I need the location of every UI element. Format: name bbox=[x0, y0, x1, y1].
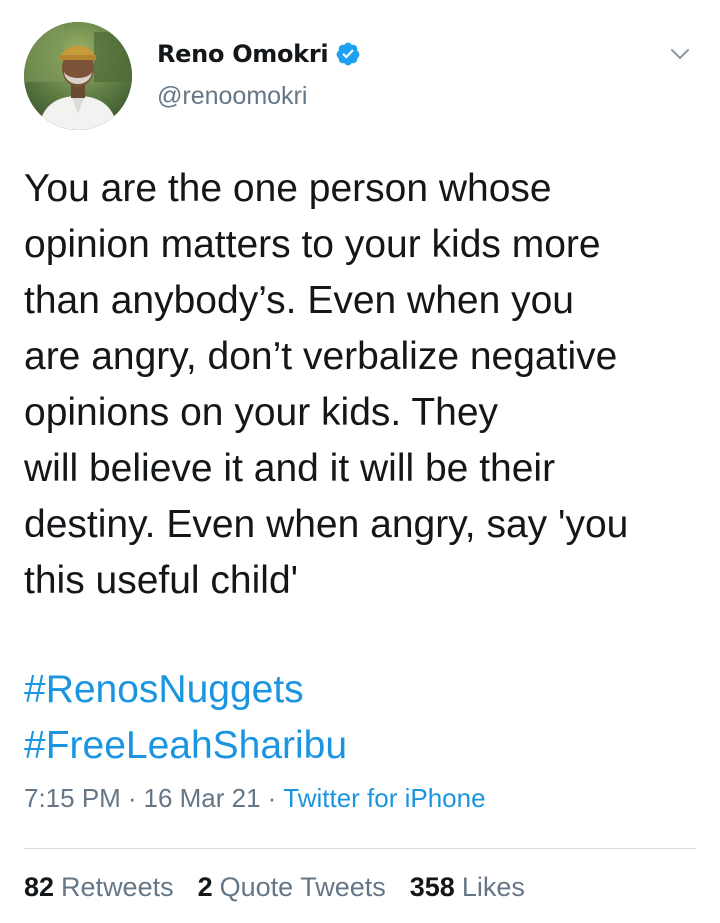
hashtag-freeleahsharibu[interactable]: #FreeLeahSharibu bbox=[24, 718, 347, 774]
tweet-meta: 7:15 PM · 16 Mar 21 · Twitter for iPhone bbox=[24, 783, 486, 814]
verified-badge-icon bbox=[335, 41, 361, 67]
quote-tweets-label: Quote Tweets bbox=[219, 872, 386, 902]
name-row: Reno Omokri bbox=[157, 36, 361, 72]
chevron-down-icon[interactable] bbox=[668, 42, 692, 66]
tweet-text: You are the one person whose opinion mat… bbox=[24, 167, 629, 602]
retweets-stat[interactable]: 82 Retweets bbox=[24, 872, 174, 903]
author-info: Reno Omokri @renoomokri bbox=[157, 36, 361, 111]
tweet-time[interactable]: 7:15 PM bbox=[24, 783, 121, 814]
avatar[interactable] bbox=[24, 22, 132, 130]
tweet-source[interactable]: Twitter for iPhone bbox=[283, 783, 485, 814]
quote-tweets-stat[interactable]: 2 Quote Tweets bbox=[198, 872, 386, 903]
quote-tweets-count: 2 bbox=[197, 872, 213, 902]
author-handle[interactable]: @renoomokri bbox=[157, 82, 361, 111]
tweet-date[interactable]: 16 Mar 21 bbox=[144, 783, 261, 814]
meta-separator: · bbox=[127, 783, 137, 813]
likes-count: 358 bbox=[409, 872, 455, 902]
likes-stat[interactable]: 358 Likes bbox=[410, 872, 525, 903]
hashtag-renosnuggets[interactable]: #RenosNuggets bbox=[24, 662, 347, 718]
meta-separator: · bbox=[267, 783, 277, 813]
hashtags: #RenosNuggets #FreeLeahSharibu bbox=[24, 662, 347, 774]
retweets-label: Retweets bbox=[61, 872, 174, 902]
divider bbox=[24, 848, 696, 849]
tweet-stats: 82 Retweets 2 Quote Tweets 358 Likes bbox=[24, 872, 549, 903]
tweet-card: Reno Omokri @renoomokri You are the one … bbox=[0, 0, 720, 923]
display-name[interactable]: Reno Omokri bbox=[157, 40, 329, 68]
likes-label: Likes bbox=[461, 872, 525, 902]
retweets-count: 82 bbox=[24, 872, 55, 902]
tweet-header: Reno Omokri @renoomokri bbox=[24, 20, 700, 132]
